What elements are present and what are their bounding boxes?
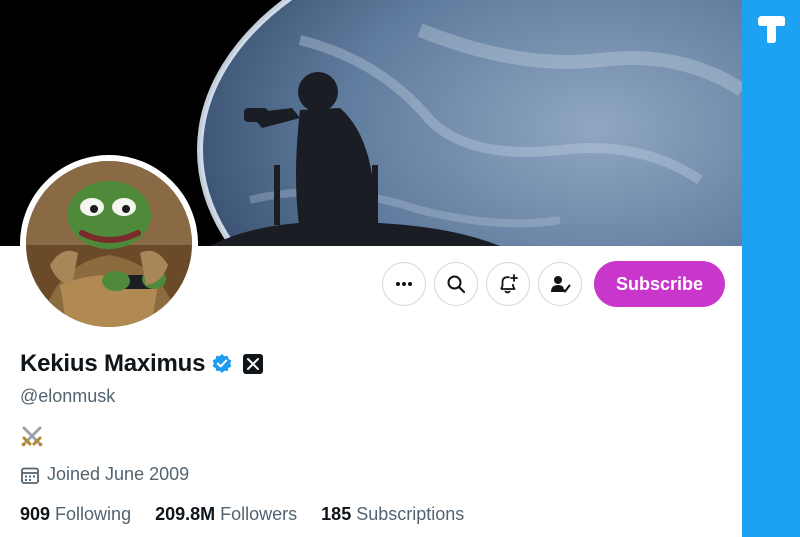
display-name: Kekius Maximus [20,350,206,377]
profile-avatar[interactable] [20,155,198,333]
following-count: 909 [20,504,51,524]
calendar-icon [20,465,40,485]
app-logo-icon [756,14,786,44]
joined-date: Joined June 2009 [20,464,189,485]
profile-name-row: Kekius Maximus [20,350,264,378]
subscribe-button[interactable]: Subscribe [593,261,725,307]
search-button[interactable] [433,262,478,306]
subscriptions-count: 185 [321,504,352,524]
person-check-icon [549,273,571,295]
more-button[interactable] [381,262,426,306]
more-dots-icon [394,274,414,294]
bell-plus-icon [497,273,519,295]
verified-badge-icon[interactable] [211,353,233,375]
subscriptions-stat[interactable]: 185 Subscriptions [321,504,464,525]
profile-handle: @elonmusk [20,386,116,406]
following-stat[interactable]: 909 Following [20,504,131,525]
search-icon [446,274,466,294]
crossed-swords-icon [20,424,44,453]
followers-label: Followers [220,504,298,524]
profile-stats: 909 Following 209.8M Followers 185 Subsc… [20,504,464,525]
side-panel [742,0,800,537]
profile-page: Subscribe Kekius Maximus @elonmusk Joine… [0,0,742,537]
followers-stat[interactable]: 209.8M Followers [155,504,297,525]
joined-text: Joined June 2009 [47,464,190,484]
x-logo-badge-icon[interactable] [243,354,264,374]
following-button[interactable] [537,262,582,306]
subscriptions-label: Subscriptions [356,504,465,524]
profile-actions: Subscribe [381,261,725,307]
notify-button[interactable] [485,262,530,306]
profile-bio [20,424,44,453]
following-label: Following [55,504,132,524]
followers-count: 209.8M [155,504,216,524]
